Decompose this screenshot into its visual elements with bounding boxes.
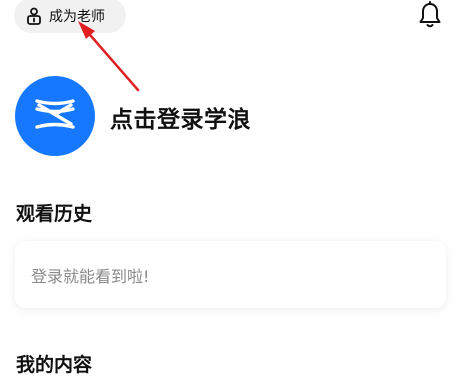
notification-button[interactable] (414, 1, 446, 33)
watch-history-title: 观看历史 (16, 203, 93, 225)
history-empty-message: 登录就能看到啦! (31, 266, 150, 286)
profile-screen: 成为老师 点击登录学浪 观看历史 登录就能看到啦! 我的内容 (0, 0, 464, 384)
become-teacher-label: 成为老师 (49, 8, 105, 25)
teacher-person-icon (26, 7, 42, 25)
avatar[interactable] (15, 76, 95, 156)
login-prompt[interactable]: 点击登录学浪 (110, 100, 251, 134)
become-teacher-button[interactable]: 成为老师 (14, 0, 126, 33)
bell-icon (417, 1, 443, 33)
xuelang-logo-icon (34, 97, 76, 135)
watch-history-card[interactable]: 登录就能看到啦! (15, 241, 446, 308)
my-content-title: 我的内容 (16, 354, 93, 376)
